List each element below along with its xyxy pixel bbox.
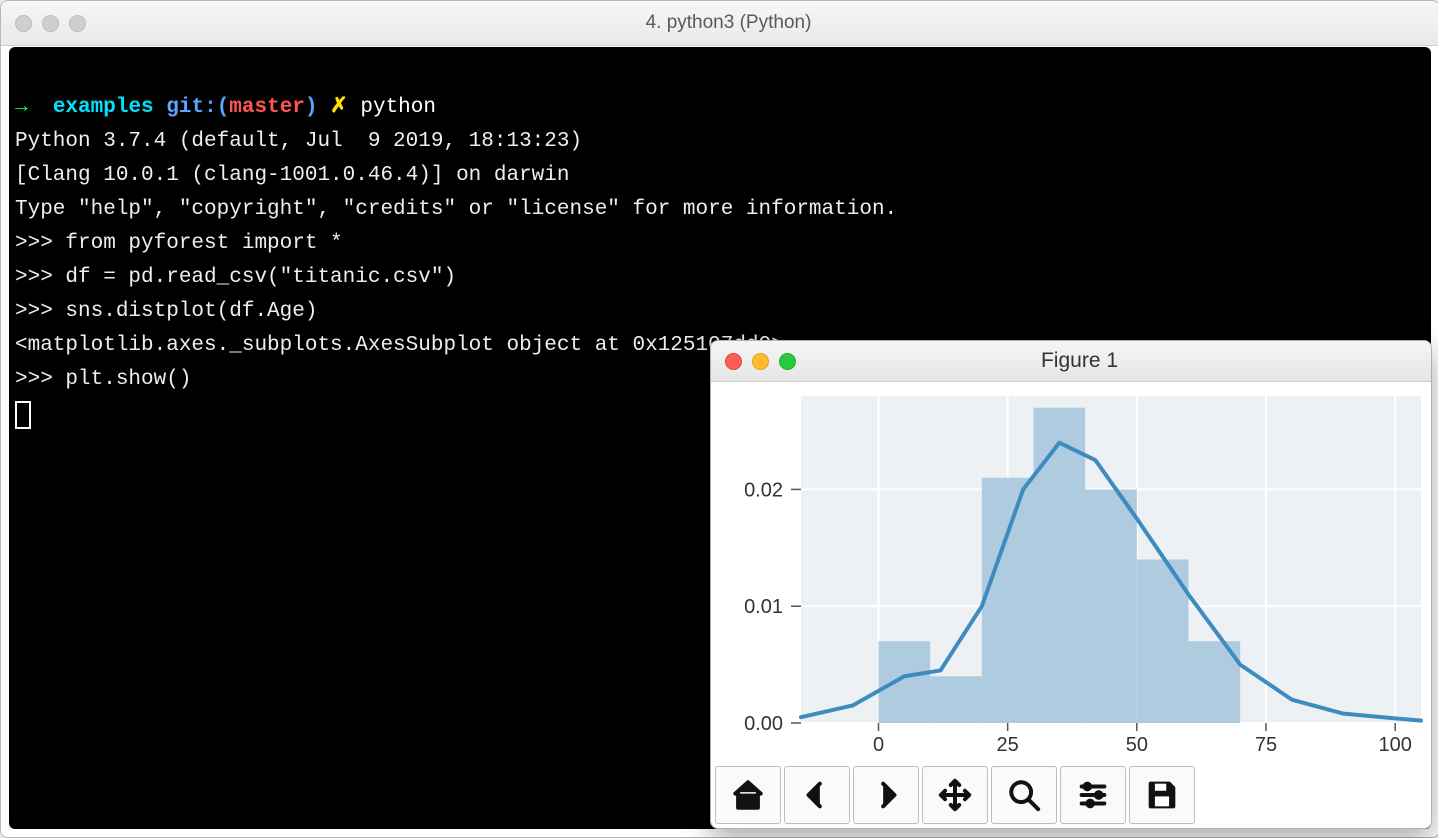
prompt-paren-open: (	[217, 96, 230, 119]
save-button[interactable]	[1129, 766, 1195, 824]
minimize-icon[interactable]	[42, 15, 59, 32]
zoom-icon[interactable]	[69, 15, 86, 32]
traffic-lights-inactive	[15, 15, 86, 32]
pan-button[interactable]	[922, 766, 988, 824]
term-line: Python 3.7.4 (default, Jul 9 2019, 18:13…	[15, 130, 582, 153]
home-button[interactable]	[715, 766, 781, 824]
prompt-paren-close: )	[305, 96, 318, 119]
svg-text:100: 100	[1378, 734, 1411, 756]
minimize-icon[interactable]	[752, 353, 769, 370]
distplot-chart: 0.00 0.01 0.02 0 25 50 75 100	[711, 381, 1431, 763]
configure-button[interactable]	[1060, 766, 1126, 824]
svg-text:0: 0	[873, 734, 884, 756]
move-icon	[938, 778, 972, 812]
term-line: >>> df = pd.read_csv("titanic.csv")	[15, 266, 456, 289]
close-icon[interactable]	[15, 15, 32, 32]
term-line: <matplotlib.axes._subplots.AxesSubplot o…	[15, 334, 784, 357]
figure-titlebar[interactable]: Figure 1	[711, 341, 1431, 382]
prompt-cwd: examples	[53, 96, 154, 119]
zoom-icon[interactable]	[779, 353, 796, 370]
prompt-dirty-icon: ✗	[330, 96, 348, 119]
svg-text:25: 25	[997, 734, 1019, 756]
prompt-git-label: git:	[166, 96, 216, 119]
terminal-titlebar: 4. python3 (Python)	[1, 1, 1438, 46]
figure-window: Figure 1 0.00 0.01 0.02 0 25 50 75 100	[710, 340, 1432, 829]
close-icon[interactable]	[725, 353, 742, 370]
zoom-button[interactable]	[991, 766, 1057, 824]
prompt-arrow-icon: →	[15, 96, 28, 119]
figure-title: Figure 1	[796, 349, 1363, 373]
floppy-icon	[1145, 778, 1179, 812]
svg-text:0.00: 0.00	[744, 713, 783, 735]
prompt-branch: master	[229, 96, 305, 119]
figure-canvas[interactable]: 0.00 0.01 0.02 0 25 50 75 100	[711, 381, 1431, 763]
traffic-lights	[725, 353, 796, 370]
prompt-command: python	[360, 96, 436, 119]
term-line: >>> from pyforest import *	[15, 232, 343, 255]
terminal-title: 4. python3 (Python)	[86, 12, 1371, 34]
svg-text:0.01: 0.01	[744, 596, 783, 618]
forward-button[interactable]	[853, 766, 919, 824]
svg-text:0.02: 0.02	[744, 479, 783, 501]
home-icon	[731, 778, 765, 812]
sliders-icon	[1076, 778, 1110, 812]
term-line: Type "help", "copyright", "credits" or "…	[15, 198, 897, 221]
term-line: >>> plt.show()	[15, 368, 191, 391]
term-line: [Clang 10.0.1 (clang-1001.0.46.4)] on da…	[15, 164, 570, 187]
arrow-right-icon	[869, 778, 903, 812]
cursor-icon	[15, 401, 31, 429]
svg-text:75: 75	[1255, 734, 1277, 756]
back-button[interactable]	[784, 766, 850, 824]
magnifier-icon	[1007, 778, 1041, 812]
figure-toolbar	[715, 766, 1195, 824]
term-line: >>> sns.distplot(df.Age)	[15, 300, 317, 323]
svg-text:50: 50	[1126, 734, 1148, 756]
arrow-left-icon	[800, 778, 834, 812]
